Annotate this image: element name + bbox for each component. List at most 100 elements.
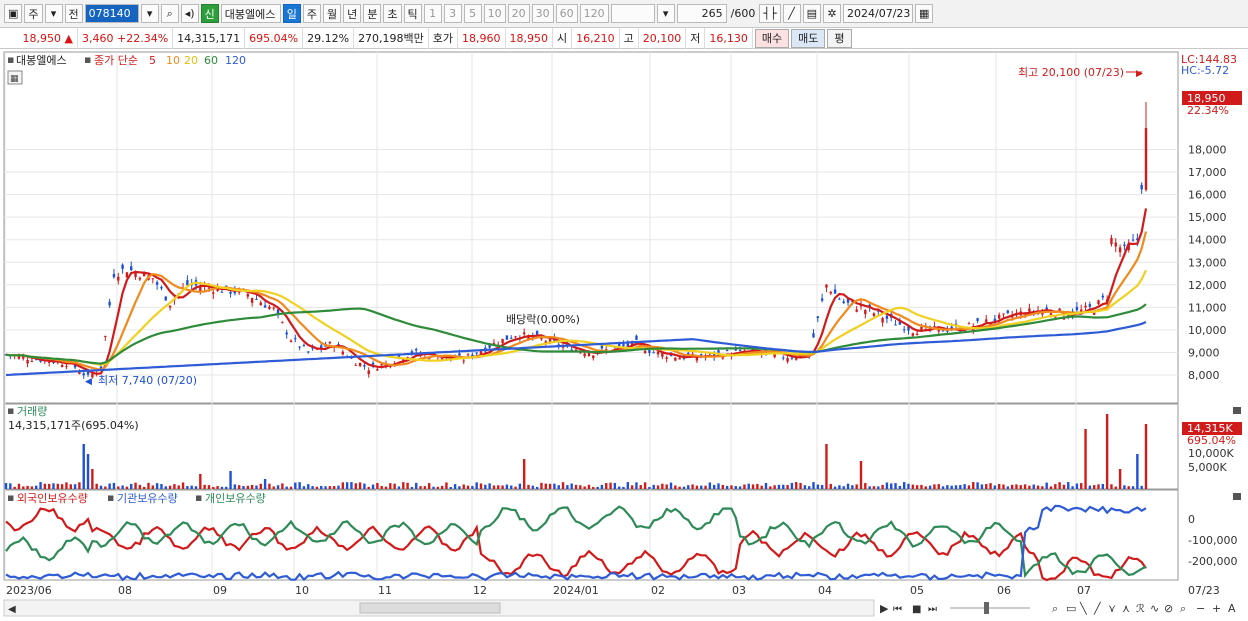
- volume-bar: [617, 486, 621, 489]
- volume-bar: [561, 482, 565, 489]
- scroll-thumb[interactable]: [359, 602, 501, 614]
- scroll-left-icon[interactable]: ◀: [8, 604, 16, 615]
- period-minute[interactable]: 분: [363, 4, 382, 23]
- tool-icon-1[interactable]: ▭: [1066, 602, 1076, 615]
- price-tick-label: 8,000: [1188, 369, 1220, 382]
- candle-body: [363, 365, 366, 367]
- bid1: 18,960: [458, 27, 506, 49]
- calendar-icon[interactable]: ▦: [915, 4, 934, 23]
- volume-bar: [453, 484, 457, 489]
- market-select[interactable]: 주: [24, 4, 43, 23]
- period-second[interactable]: 초: [383, 4, 402, 23]
- volume-bar: [147, 482, 150, 489]
- gear-icon[interactable]: ✲: [823, 4, 842, 23]
- tool-icon-8[interactable]: ⊘: [1164, 602, 1173, 615]
- step-3[interactable]: 3: [443, 4, 462, 23]
- candle-body: [622, 344, 625, 347]
- count-input[interactable]: 265: [676, 4, 727, 23]
- step-10[interactable]: 10: [483, 4, 506, 23]
- volume-bar: [427, 483, 431, 489]
- volume-bar: [700, 485, 703, 489]
- volume-bar: [643, 482, 647, 489]
- first-page-icon[interactable]: ⏮: [893, 604, 902, 615]
- period-month[interactable]: 월: [323, 4, 342, 23]
- legend-ma-5: 5: [149, 54, 156, 67]
- zoom-handle[interactable]: [984, 602, 989, 614]
- eval-button[interactable]: 평: [827, 28, 852, 48]
- new-badge[interactable]: 신: [200, 4, 219, 23]
- stock-name-field[interactable]: 대봉엘에스: [220, 4, 281, 23]
- chevron-down-icon[interactable]: ▾: [44, 4, 63, 23]
- step-custom-input[interactable]: [610, 4, 655, 23]
- layout-icon[interactable]: ▣: [4, 4, 23, 23]
- volume-bar: [583, 486, 586, 489]
- prefix-select[interactable]: 전: [64, 4, 83, 23]
- date-input[interactable]: 2024/07/23: [843, 4, 914, 23]
- candle-body: [997, 314, 1001, 319]
- tool-icon-6[interactable]: ℛ: [1136, 602, 1145, 615]
- x-axis-right-label: 07/23: [1188, 584, 1220, 597]
- step-dropdown-icon[interactable]: ▾: [656, 4, 675, 23]
- candle-body: [65, 366, 68, 368]
- volume-bar: [276, 485, 280, 489]
- line-style-icon[interactable]: ╱: [782, 4, 801, 23]
- step-120[interactable]: 120: [579, 4, 609, 23]
- zoom-in-icon[interactable]: +: [1212, 602, 1221, 615]
- holding-marker-icon-2: ▪: [107, 491, 114, 504]
- candle-body: [104, 336, 107, 338]
- candle-body: [1002, 313, 1005, 315]
- step-1[interactable]: 1: [423, 4, 442, 23]
- volume-bar: [725, 485, 729, 489]
- tool-icon-3[interactable]: ╱: [1093, 601, 1102, 615]
- candle-body: [583, 353, 586, 357]
- candle-icon[interactable]: ┤├: [759, 4, 781, 23]
- candle-body: [790, 357, 794, 359]
- tool-icon-5[interactable]: ⋏: [1122, 602, 1130, 615]
- zoom-icon[interactable]: ⌕: [1180, 602, 1186, 615]
- speaker-icon[interactable]: ◂): [180, 4, 199, 23]
- volume-bar: [941, 486, 945, 489]
- candle-body: [47, 361, 51, 363]
- zoom-out-icon[interactable]: −: [1196, 602, 1205, 615]
- x-tick-label: 2024/01: [553, 584, 599, 597]
- tool-icon-4[interactable]: ⋎: [1108, 602, 1116, 615]
- buy-button[interactable]: 매수: [754, 28, 790, 48]
- step-30[interactable]: 30: [531, 4, 554, 23]
- period-week[interactable]: 주: [302, 4, 322, 23]
- price-tick-label: 15,000: [1188, 211, 1227, 224]
- candle-body: [285, 332, 288, 335]
- stock-code-input[interactable]: 078140: [84, 4, 139, 23]
- volume-bar: [117, 486, 120, 489]
- tool-icon-7[interactable]: ∿: [1150, 602, 1159, 615]
- chart-area[interactable]: ▪ 대봉엘에스 ▪ 종가 단순 5 10 20 60 120 ▦ LC:144.…: [0, 49, 1248, 621]
- volume-bar: [721, 484, 725, 489]
- period-day[interactable]: 일: [282, 4, 301, 23]
- search-icon[interactable]: ⌕: [160, 4, 179, 23]
- volume-bar: [1105, 414, 1109, 489]
- high-label: 고: [620, 27, 639, 49]
- sell-button[interactable]: 매도: [791, 28, 826, 48]
- volume-bar: [488, 483, 491, 489]
- font-size-icon[interactable]: A: [1228, 602, 1236, 615]
- volume-pane-close-icon[interactable]: [1233, 407, 1241, 414]
- period-tick[interactable]: 틱: [403, 4, 422, 23]
- tool-icon-2[interactable]: ╲: [1079, 601, 1088, 615]
- step-5[interactable]: 5: [463, 4, 482, 23]
- zoom-search-icon[interactable]: ⌕: [1052, 602, 1058, 615]
- period-year[interactable]: 년: [343, 4, 362, 23]
- holding-pane-close-icon[interactable]: [1233, 493, 1241, 500]
- candle-body: [985, 319, 988, 322]
- candle-body: [652, 352, 655, 354]
- volume-bar: [557, 485, 560, 489]
- volume-bar: [548, 483, 552, 489]
- candle-body: [1131, 239, 1135, 241]
- candle-body: [535, 331, 539, 335]
- code-dropdown-icon[interactable]: ▾: [140, 4, 159, 23]
- volume-bar: [890, 483, 893, 489]
- step-20[interactable]: 20: [507, 4, 530, 23]
- save-icon[interactable]: ▤: [802, 4, 822, 23]
- stop-icon[interactable]: ■: [912, 604, 921, 615]
- step-60[interactable]: 60: [555, 4, 578, 23]
- last-page-icon[interactable]: ⏭: [928, 604, 937, 615]
- scroll-right-icon[interactable]: ▶: [880, 602, 889, 615]
